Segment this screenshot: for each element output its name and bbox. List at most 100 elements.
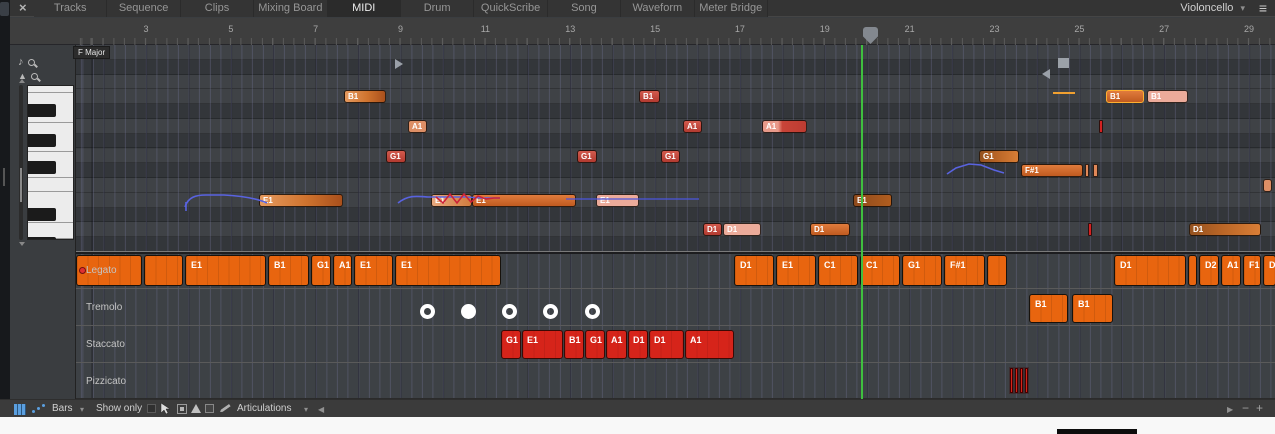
legato-block[interactable]: F1	[1243, 255, 1261, 286]
piano-roll-view-icon[interactable]	[14, 404, 26, 415]
tab-meter-bridge[interactable]: Meter Bridge	[694, 0, 768, 17]
midi-note[interactable]: E1	[431, 193, 472, 207]
scroll-left-icon[interactable]: ◀	[318, 405, 324, 414]
legato-block[interactable]: D1	[1114, 255, 1186, 286]
lane-label-staccato[interactable]: Staccato	[86, 339, 125, 350]
piano-keyboard[interactable]	[27, 85, 74, 240]
midi-note[interactable]	[1263, 179, 1272, 193]
midi-note[interactable]: G1	[661, 149, 680, 163]
legato-block[interactable]: A1	[1221, 255, 1241, 286]
pitch-row[interactable]	[76, 104, 1275, 119]
chevron-down-icon[interactable]: ▾	[304, 405, 308, 414]
pitch-row[interactable]	[76, 74, 1275, 90]
legato-block[interactable]: E1	[354, 255, 393, 286]
record-dot-icon[interactable]	[79, 267, 86, 274]
staccato-block[interactable]: A1	[606, 330, 627, 359]
scroll-down-icon[interactable]	[19, 242, 25, 246]
tremolo-block[interactable]: B1	[1029, 294, 1068, 323]
section-marker-icon[interactable]	[1058, 58, 1069, 68]
legato-block[interactable]: E1	[776, 255, 816, 286]
tab-mixing-board[interactable]: Mixing Board	[254, 0, 328, 17]
staccato-block[interactable]: B1	[564, 330, 584, 359]
black-key[interactable]	[28, 161, 56, 174]
menu-icon[interactable]: ≡	[1259, 0, 1267, 17]
legato-block[interactable]: D1	[1263, 255, 1275, 286]
midi-note[interactable]: A1	[762, 119, 807, 133]
pitch-row[interactable]	[76, 45, 1275, 60]
black-key[interactable]	[28, 104, 56, 117]
midi-note[interactable]: E1	[472, 193, 576, 207]
velocity-tool-icon[interactable]	[191, 404, 201, 413]
midi-note[interactable]: D1	[810, 223, 850, 237]
staccato-block[interactable]: G1	[501, 330, 521, 359]
close-icon[interactable]: ×	[19, 0, 27, 15]
pitch-row[interactable]	[76, 59, 1275, 75]
legato-block[interactable]	[144, 255, 183, 286]
legato-block[interactable]: A1	[333, 255, 352, 286]
midi-note[interactable]: D1	[703, 223, 722, 237]
staccato-block[interactable]: D1	[649, 330, 684, 359]
legato-block[interactable]: G1	[902, 255, 942, 286]
cursor-tool-icon[interactable]	[160, 402, 172, 415]
tab-sequence[interactable]: Sequence	[107, 0, 181, 17]
lane-label-pizzicato[interactable]: Pizzicato	[86, 376, 126, 387]
pencil-tool-icon[interactable]	[219, 404, 231, 413]
pitch-row[interactable]	[76, 118, 1275, 134]
pitch-row[interactable]	[76, 133, 1275, 149]
show-only-checkbox[interactable]	[147, 404, 156, 413]
staccato-block[interactable]: G1	[585, 330, 605, 359]
zoom-out-icon[interactable]: −	[1242, 401, 1249, 415]
legato-block[interactable]: C1	[818, 255, 858, 286]
pitch-row[interactable]	[76, 192, 1275, 208]
grid-mode-label[interactable]: Bars	[52, 403, 73, 414]
tremolo-symbol-hollow[interactable]	[420, 304, 435, 319]
tremolo-symbol-hollow[interactable]	[585, 304, 600, 319]
legato-block[interactable]: D2	[1199, 255, 1219, 286]
tab-drum[interactable]: Drum	[400, 0, 475, 17]
midi-note[interactable]: B1	[639, 90, 660, 104]
track-selector[interactable]: Violoncello ▾	[1180, 0, 1245, 17]
tab-tracks[interactable]: Tracks	[34, 0, 108, 17]
panel-collapse-stub[interactable]	[0, 2, 9, 16]
play-start-marker-icon[interactable]	[395, 59, 403, 69]
midi-note[interactable]	[1099, 119, 1103, 133]
tab-clips[interactable]: Clips	[180, 0, 255, 17]
region-tool-icon[interactable]	[205, 404, 214, 413]
lane-mode-label[interactable]: Articulations	[237, 403, 291, 414]
legato-block[interactable]: E1	[395, 255, 501, 286]
tremolo-symbol-filled[interactable]	[461, 304, 476, 319]
midi-note[interactable]: E1	[853, 193, 892, 207]
scroll-right-icon[interactable]: ▶	[1227, 405, 1233, 414]
pitch-row[interactable]	[76, 178, 1275, 193]
staccato-block[interactable]: D1	[628, 330, 648, 359]
midi-note[interactable]: A1	[683, 119, 702, 133]
black-key[interactable]	[28, 208, 56, 221]
midi-note[interactable]: E1	[259, 193, 343, 207]
scroll-up-icon[interactable]	[19, 79, 25, 83]
tab-midi[interactable]: MIDI	[327, 0, 401, 17]
legato-block[interactable]: G1	[311, 255, 331, 286]
timeline-ruler[interactable]: 3 5 7 9 11 13 15 17 19 21 23 25 27 29	[10, 18, 1275, 45]
midi-note[interactable]	[1093, 164, 1098, 178]
black-key[interactable]	[28, 134, 56, 147]
legato-block[interactable]: D1	[734, 255, 774, 286]
midi-note[interactable]: G1	[577, 149, 597, 163]
chevron-down-icon[interactable]: ▾	[80, 405, 84, 414]
tab-song[interactable]: Song	[547, 0, 622, 17]
midi-note[interactable]: E1	[596, 193, 639, 207]
midi-note[interactable]: D1	[723, 223, 761, 237]
pitch-row[interactable]	[76, 222, 1275, 238]
tremolo-symbol-hollow[interactable]	[543, 304, 558, 319]
legato-block[interactable]: F#1	[944, 255, 985, 286]
midi-note[interactable]: A1	[408, 119, 427, 133]
staccato-block[interactable]: A1	[685, 330, 734, 359]
midi-note[interactable]: G1	[386, 149, 406, 163]
staccato-block[interactable]: E1	[522, 330, 563, 359]
midi-note[interactable]: G1	[979, 149, 1019, 163]
midi-note[interactable]: D1	[1189, 223, 1261, 237]
lane-label-tremolo[interactable]: Tremolo	[86, 302, 122, 313]
lane-label-legato[interactable]: Legato	[86, 265, 117, 276]
midi-note[interactable]: B1	[1147, 90, 1188, 104]
midi-note[interactable]	[1085, 164, 1089, 178]
tab-quickscribe[interactable]: QuickScribe	[474, 0, 548, 17]
